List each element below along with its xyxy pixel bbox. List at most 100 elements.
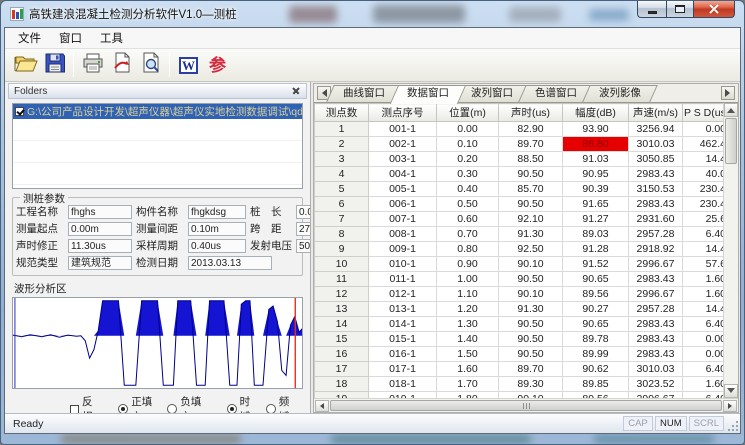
folder-checkbox[interactable] — [15, 107, 24, 116]
table-cell[interactable]: 10 — [315, 257, 369, 272]
table-cell[interactable]: 89.70 — [499, 362, 563, 377]
print-button[interactable] — [78, 52, 107, 79]
param-field-measure-start[interactable]: 0.00m — [68, 222, 132, 236]
table-cell[interactable]: 90.62 — [563, 362, 629, 377]
scroll-down-button[interactable] — [724, 384, 738, 398]
table-cell[interactable]: 6.40 — [683, 317, 724, 332]
table-cell[interactable]: 230.4 — [683, 197, 724, 212]
table-cell[interactable]: 16 — [315, 347, 369, 362]
fill-positive-radio[interactable] — [118, 404, 128, 413]
table-cell[interactable]: 015-1 — [369, 332, 437, 347]
table-cell[interactable]: 012-1 — [369, 287, 437, 302]
table-cell[interactable]: 0.20 — [437, 152, 499, 167]
table-cell[interactable]: 90.65 — [563, 272, 629, 287]
table-cell[interactable]: 90.50 — [499, 167, 563, 182]
param-field-span[interactable]: 270mm — [296, 222, 311, 236]
table-cell[interactable]: 91.27 — [563, 212, 629, 227]
table-cell[interactable]: 91.03 — [563, 152, 629, 167]
table-cell[interactable]: 0.90 — [437, 257, 499, 272]
table-cell[interactable]: 2983.43 — [629, 197, 683, 212]
table-cell[interactable]: 91.30 — [499, 227, 563, 242]
table-cell[interactable]: 57.6 — [683, 257, 724, 272]
table-cell[interactable]: 1.00 — [437, 272, 499, 287]
horizontal-scrollbar[interactable] — [314, 398, 738, 412]
table-cell[interactable]: 89.78 — [563, 332, 629, 347]
param-field-sample-period[interactable]: 0.40us — [188, 239, 246, 253]
table-cell[interactable]: 1.30 — [437, 317, 499, 332]
table-cell[interactable]: 011-1 — [369, 272, 437, 287]
table-cell[interactable]: 12 — [315, 287, 369, 302]
table-cell[interactable]: 0.00 — [683, 347, 724, 362]
table-cell[interactable]: 90.65 — [563, 317, 629, 332]
table-cell[interactable]: 006-1 — [369, 197, 437, 212]
table-cell[interactable]: 90.50 — [499, 272, 563, 287]
folder-item[interactable]: G:\公司产品设计开发\超声仪器\超声仪实地检测数据调试\qd\qd03\qd0… — [13, 104, 302, 119]
table-cell[interactable]: 91.52 — [563, 257, 629, 272]
table-cell[interactable]: 0.80 — [437, 242, 499, 257]
table-cell[interactable]: 010-1 — [369, 257, 437, 272]
table-cell[interactable]: 14.4 — [683, 242, 724, 257]
table-cell[interactable]: 004-1 — [369, 167, 437, 182]
param-field-time-correction[interactable]: 11.30us — [68, 239, 132, 253]
table-cell[interactable]: 009-1 — [369, 242, 437, 257]
table-cell[interactable]: 17 — [315, 362, 369, 377]
table-cell[interactable]: 014-1 — [369, 317, 437, 332]
table-cell[interactable]: 1.70 — [437, 377, 499, 392]
table-cell[interactable]: 1 — [315, 122, 369, 137]
table-cell[interactable]: 91.30 — [499, 302, 563, 317]
table-cell[interactable]: 90.39 — [563, 182, 629, 197]
table-cell[interactable]: 6.40 — [683, 362, 724, 377]
table-cell[interactable]: 1.60 — [437, 362, 499, 377]
vertical-scroll-thumb[interactable] — [725, 118, 737, 164]
table-cell[interactable]: 0.30 — [437, 167, 499, 182]
table-cell[interactable]: 89.85 — [563, 377, 629, 392]
table-cell[interactable]: 016-1 — [369, 347, 437, 362]
menu-item-file[interactable]: 文件 — [9, 27, 50, 49]
column-header-2[interactable]: 位置(m) — [437, 104, 499, 122]
table-cell[interactable]: 90.50 — [499, 332, 563, 347]
table-cell[interactable]: 230.4 — [683, 182, 724, 197]
table-cell[interactable]: 14.4 — [683, 152, 724, 167]
fill-negative-radio[interactable] — [167, 404, 177, 413]
table-cell[interactable]: 1.10 — [437, 287, 499, 302]
table-cell[interactable]: 3256.94 — [629, 122, 683, 137]
param-field-measure-interval[interactable]: 0.10m — [188, 222, 246, 236]
freq-domain-radio[interactable] — [266, 404, 276, 413]
folder-list[interactable]: G:\公司产品设计开发\超声仪器\超声仪实地检测数据调试\qd\qd03\qd0… — [12, 103, 303, 189]
tab-spectrum-window[interactable]: 色谱窗口 — [522, 85, 590, 102]
resize-grip[interactable] — [726, 419, 738, 431]
table-cell[interactable]: 003-1 — [369, 152, 437, 167]
table-cell[interactable]: 7 — [315, 212, 369, 227]
horizontal-scroll-thumb[interactable] — [330, 400, 722, 411]
column-header-6[interactable]: P S D(us^2 — [683, 104, 724, 122]
param-field-component-name[interactable]: fhgkdsg — [188, 205, 246, 219]
table-cell[interactable]: 89.70 — [499, 137, 563, 152]
table-cell[interactable]: 40.0 — [683, 167, 724, 182]
table-cell[interactable]: 2996.67 — [629, 287, 683, 302]
table-cell[interactable]: 89.30 — [499, 377, 563, 392]
column-header-4[interactable]: 幅度(dB) — [563, 104, 629, 122]
table-cell[interactable]: 90.50 — [499, 347, 563, 362]
table-cell[interactable]: 2983.43 — [629, 332, 683, 347]
table-cell[interactable]: 1.60 — [683, 287, 724, 302]
scroll-up-button[interactable] — [724, 103, 738, 117]
waveform-plot[interactable] — [12, 297, 303, 389]
table-cell[interactable]: 2983.43 — [629, 317, 683, 332]
table-cell[interactable]: 6 — [315, 197, 369, 212]
table-cell[interactable]: 005-1 — [369, 182, 437, 197]
table-cell[interactable]: 13 — [315, 302, 369, 317]
table-cell[interactable]: 017-1 — [369, 362, 437, 377]
table-cell[interactable]: 0.10 — [437, 137, 499, 152]
table-cell[interactable]: 0.70 — [437, 227, 499, 242]
table-cell[interactable]: 2983.43 — [629, 347, 683, 362]
table-cell[interactable]: 4 — [315, 167, 369, 182]
table-cell[interactable]: 89.56 — [563, 287, 629, 302]
table-cell[interactable]: 25.6 — [683, 212, 724, 227]
table-cell[interactable]: 007-1 — [369, 212, 437, 227]
table-cell[interactable]: 3010.03 — [629, 362, 683, 377]
close-button[interactable] — [694, 0, 735, 18]
table-cell[interactable]: 1.50 — [437, 347, 499, 362]
table-cell[interactable]: 90.95 — [563, 167, 629, 182]
table-cell[interactable]: 91.28 — [563, 242, 629, 257]
table-cell[interactable]: 013-1 — [369, 302, 437, 317]
